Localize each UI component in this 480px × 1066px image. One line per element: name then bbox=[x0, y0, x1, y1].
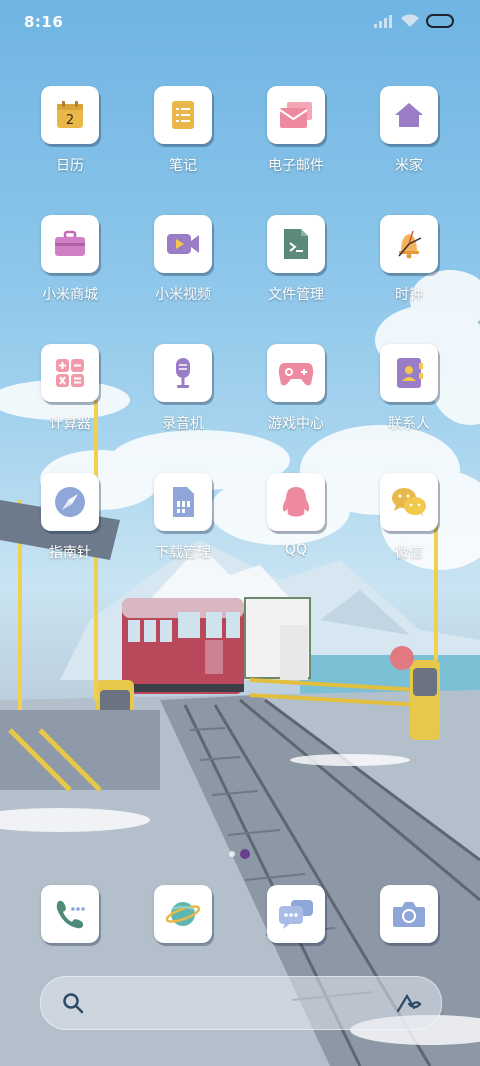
page-indicator[interactable] bbox=[229, 849, 250, 859]
app-label: 电子邮件 bbox=[268, 158, 324, 174]
app-recorder[interactable]: 录音机 bbox=[128, 344, 238, 433]
app-label: 米家 bbox=[395, 158, 423, 174]
gamepad-icon bbox=[278, 363, 314, 386]
search-bar[interactable] bbox=[40, 976, 442, 1030]
app-tile[interactable] bbox=[380, 885, 438, 943]
browser-planet-icon bbox=[165, 902, 201, 926]
app-tile[interactable] bbox=[267, 885, 325, 943]
app-tile[interactable] bbox=[154, 86, 212, 144]
file-manager-icon bbox=[284, 229, 308, 259]
signal-icon bbox=[374, 15, 392, 28]
app-tile[interactable] bbox=[267, 86, 325, 144]
app-label: 联系人 bbox=[388, 416, 430, 432]
email-icon bbox=[279, 102, 312, 128]
calculator-icon bbox=[56, 359, 84, 387]
app-tile[interactable] bbox=[380, 473, 438, 531]
app-label: 计算器 bbox=[49, 416, 91, 432]
dock-browser[interactable] bbox=[128, 885, 238, 943]
microphone-icon bbox=[176, 358, 190, 388]
app-file-manager[interactable]: 文件管理 bbox=[241, 215, 351, 304]
app-label: 文件管理 bbox=[268, 287, 324, 303]
wifi-icon bbox=[401, 14, 419, 27]
app-calculator[interactable]: 计算器 bbox=[15, 344, 125, 433]
app-label: QQ bbox=[284, 542, 308, 558]
wechat-icon bbox=[392, 488, 426, 516]
app-tile[interactable] bbox=[380, 215, 438, 273]
dock-camera[interactable] bbox=[354, 885, 464, 943]
search-icon[interactable] bbox=[61, 991, 85, 1015]
dock-messages[interactable] bbox=[241, 885, 351, 943]
app-mi-video[interactable]: 小米视频 bbox=[128, 215, 238, 304]
briefcase-icon bbox=[55, 230, 85, 256]
app-label: 游戏中心 bbox=[268, 416, 324, 432]
app-label: 笔记 bbox=[169, 158, 197, 174]
app-tile[interactable] bbox=[154, 215, 212, 273]
app-email[interactable]: 电子邮件 bbox=[241, 86, 351, 175]
app-tile[interactable] bbox=[41, 344, 99, 402]
page-dot[interactable] bbox=[229, 851, 235, 857]
app-mihome[interactable]: 米家 bbox=[354, 86, 464, 175]
app-tile[interactable] bbox=[41, 473, 99, 531]
app-tile[interactable] bbox=[154, 344, 212, 402]
download-sim-icon bbox=[173, 487, 194, 517]
video-camera-icon bbox=[167, 234, 199, 254]
app-tile[interactable] bbox=[380, 86, 438, 144]
app-wechat[interactable]: 微信 bbox=[354, 473, 464, 562]
app-qq[interactable]: QQ bbox=[241, 473, 351, 558]
app-label: 时钟 bbox=[395, 287, 423, 303]
svg-text:2: 2 bbox=[66, 113, 74, 128]
messages-icon bbox=[279, 900, 313, 929]
app-label: 指南针 bbox=[49, 545, 91, 561]
clock-time: 8:16 bbox=[24, 13, 64, 31]
page-dot-active[interactable] bbox=[240, 849, 250, 859]
app-label: 微信 bbox=[395, 545, 423, 561]
app-calendar[interactable]: 2 日历 bbox=[15, 86, 125, 175]
qq-penguin-icon bbox=[282, 487, 310, 517]
compass-icon bbox=[55, 487, 85, 517]
app-tile[interactable] bbox=[41, 215, 99, 273]
app-game-center[interactable]: 游戏中心 bbox=[241, 344, 351, 433]
calendar-icon: 2 bbox=[57, 101, 83, 128]
app-compass[interactable]: 指南针 bbox=[15, 473, 125, 562]
app-tile[interactable] bbox=[154, 473, 212, 531]
app-download-manager[interactable]: 下载管理 bbox=[128, 473, 238, 562]
app-notes[interactable]: 笔记 bbox=[128, 86, 238, 175]
battery-icon bbox=[426, 14, 454, 28]
app-mi-store[interactable]: 小米商城 bbox=[15, 215, 125, 304]
app-tile[interactable] bbox=[154, 885, 212, 943]
app-contacts[interactable]: 联系人 bbox=[354, 344, 464, 433]
status-bar: 8:16 bbox=[0, 0, 480, 46]
contacts-icon bbox=[397, 358, 423, 388]
app-label: 下载管理 bbox=[155, 545, 211, 561]
app-tile[interactable]: 2 bbox=[41, 86, 99, 144]
app-tile[interactable] bbox=[41, 885, 99, 943]
app-tile[interactable] bbox=[267, 215, 325, 273]
dock-phone[interactable] bbox=[15, 885, 125, 943]
clock-icon bbox=[398, 230, 422, 259]
assistant-icon[interactable] bbox=[395, 992, 423, 1014]
app-label: 小米商城 bbox=[42, 287, 98, 303]
app-tile[interactable] bbox=[267, 473, 325, 531]
app-tile[interactable] bbox=[380, 344, 438, 402]
app-tile[interactable] bbox=[267, 344, 325, 402]
app-label: 小米视频 bbox=[155, 287, 211, 303]
notes-icon bbox=[172, 101, 194, 129]
camera-icon bbox=[393, 902, 425, 927]
app-label: 日历 bbox=[56, 158, 84, 174]
home-icon bbox=[395, 103, 423, 127]
app-label: 录音机 bbox=[162, 416, 204, 432]
phone-icon bbox=[56, 900, 85, 929]
home-screen: 8:16 2 日历 笔记 电子邮件 米家 小米商城 小米视频 文件管理 时钟 计… bbox=[0, 0, 480, 1066]
app-clock[interactable]: 时钟 bbox=[354, 215, 464, 304]
